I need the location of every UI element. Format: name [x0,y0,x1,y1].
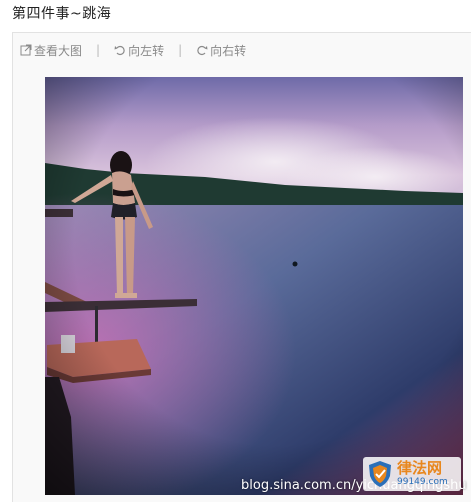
toolbar-separator: | [96,43,101,57]
rotate-left-label: 向左转 [128,43,165,58]
toolbar-separator: | [178,43,183,57]
view-large-icon [20,44,32,56]
vignette [45,77,463,495]
post-title: 第四件事~跳海 [12,6,112,22]
logo-sub: 99149.com [397,477,448,487]
shield-logo-icon [369,461,391,487]
rotate-left-icon [114,45,125,56]
rotate-right-button[interactable]: 向右转 [196,42,246,59]
view-large-label: 查看大图 [34,43,83,58]
image-toolbar: 查看大图 | 向左转 | 向右转 [20,42,246,58]
view-large-button[interactable]: 查看大图 [20,42,82,59]
photo-scene [45,77,463,495]
rotate-right-icon [197,45,208,56]
logo-name: 律法网 [397,459,443,477]
rotate-left-button[interactable]: 向左转 [114,42,164,59]
rotate-right-label: 向右转 [210,43,247,58]
site-logo: 律法网 99149.com [363,457,461,491]
post-photo[interactable] [45,77,463,495]
